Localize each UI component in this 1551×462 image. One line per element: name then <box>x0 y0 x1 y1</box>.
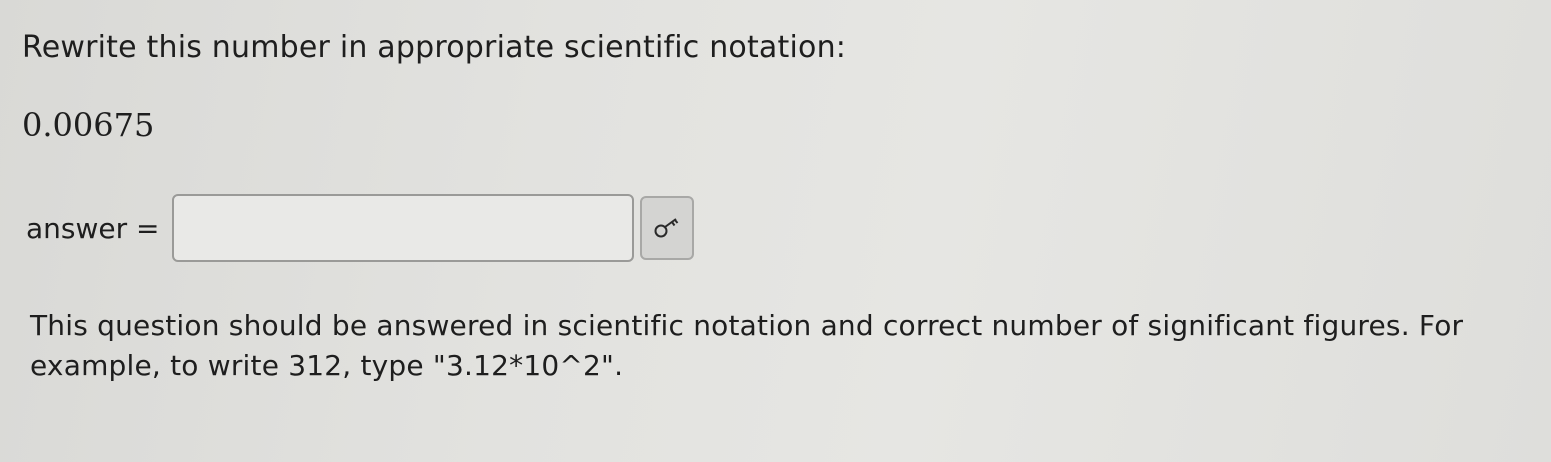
key-icon <box>654 218 678 238</box>
question-prompt: Rewrite this number in appropriate scien… <box>22 30 847 65</box>
given-number: 0.00675 <box>22 106 155 144</box>
answer-input[interactable] <box>171 194 634 262</box>
answer-row: answer = <box>26 192 694 264</box>
answer-label: answer = <box>26 211 160 245</box>
instruction-text: This question should be answered in scie… <box>30 309 1464 382</box>
key-button[interactable] <box>639 196 694 260</box>
